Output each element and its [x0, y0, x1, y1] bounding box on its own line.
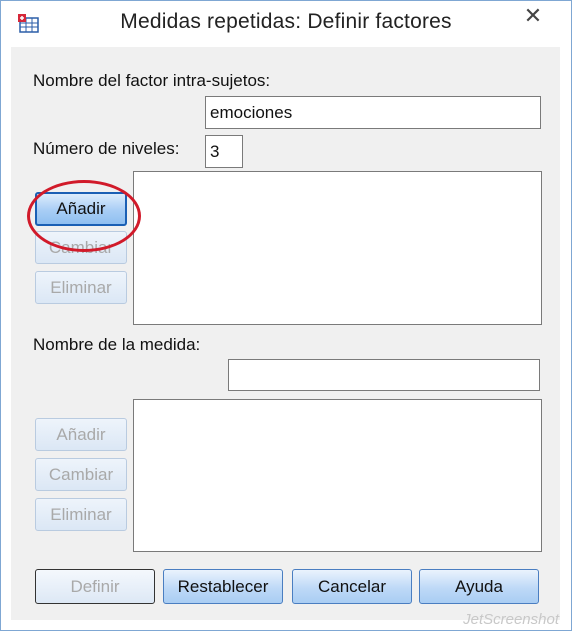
cancel-button[interactable]: Cancelar [292, 569, 412, 604]
dialog-body: Nombre del factor intra-sujetos: Número … [11, 47, 560, 620]
remove-measure-button[interactable]: Eliminar [35, 498, 127, 531]
add-measure-button[interactable]: Añadir [35, 418, 127, 451]
window-title: Medidas repetidas: Definir factores [120, 10, 452, 33]
factor-name-input[interactable] [205, 96, 541, 129]
close-icon[interactable]: ✕ [513, 1, 553, 31]
define-button[interactable]: Definir [35, 569, 155, 604]
measure-list[interactable] [133, 399, 542, 552]
reset-button[interactable]: Restablecer [163, 569, 283, 604]
change-measure-button-label: Cambiar [48, 464, 114, 484]
add-measure-button-label: Añadir [56, 424, 106, 444]
remove-factor-button[interactable]: Eliminar [35, 271, 127, 304]
factor-name-label: Nombre del factor intra-sujetos: [33, 71, 271, 90]
reset-button-label: Restablecer [177, 576, 269, 596]
levels-label: Número de niveles: [33, 139, 180, 158]
levels-input[interactable] [205, 135, 243, 168]
cancel-button-label: Cancelar [317, 576, 387, 596]
measure-name-input[interactable] [228, 359, 540, 391]
title-bar[interactable]: Medidas repetidas: Definir factores ✕ [1, 1, 571, 47]
factor-list[interactable] [133, 171, 542, 325]
remove-factor-button-label: Eliminar [50, 277, 112, 297]
watermark-text: JetScreenshot [463, 611, 559, 628]
measure-name-label: Nombre de la medida: [33, 335, 201, 354]
highlight-ring [27, 180, 141, 252]
define-button-label: Definir [70, 576, 120, 596]
help-button-label: Ayuda [455, 576, 503, 596]
change-measure-button[interactable]: Cambiar [35, 458, 127, 491]
help-button[interactable]: Ayuda [419, 569, 539, 604]
dialog-window: Medidas repetidas: Definir factores ✕ No… [0, 0, 572, 631]
remove-measure-button-label: Eliminar [50, 504, 112, 524]
